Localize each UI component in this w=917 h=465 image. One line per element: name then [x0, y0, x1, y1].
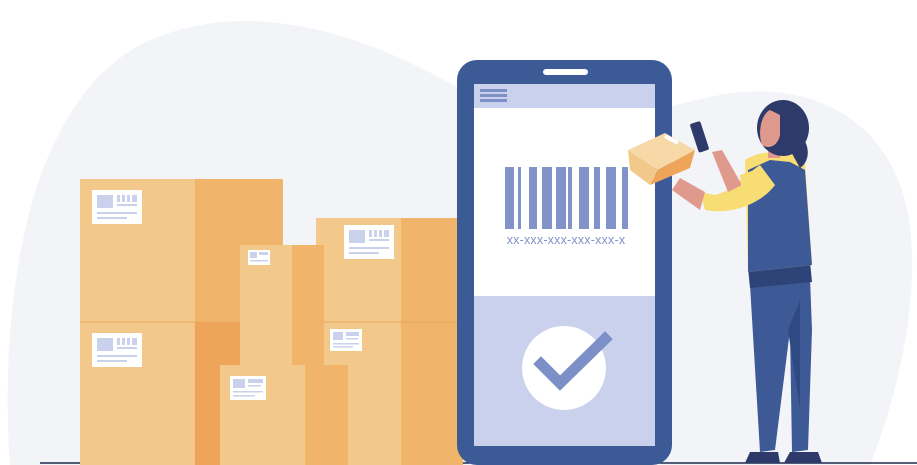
person-shoe: [745, 452, 780, 463]
hamburger-menu-icon: [480, 89, 507, 102]
shipping-label: [92, 333, 142, 367]
inventory-scan-illustration: xx-xxx-xxx-xxx-xxx-x: [0, 0, 917, 465]
shipping-label: [344, 225, 394, 259]
shipping-label: [248, 250, 270, 265]
barcode-number: xx-xxx-xxx-xxx-xxx-x: [507, 233, 626, 247]
shipping-label: [92, 190, 142, 224]
illustration-svg: xx-xxx-xxx-xxx-xxx-x: [7, 21, 917, 465]
phone: xx-xxx-xxx-xxx-xxx-x: [457, 60, 672, 465]
check-circle: [522, 326, 606, 410]
shipping-label: [230, 376, 266, 400]
person-shoe: [784, 452, 822, 463]
shipping-label: [330, 329, 362, 351]
